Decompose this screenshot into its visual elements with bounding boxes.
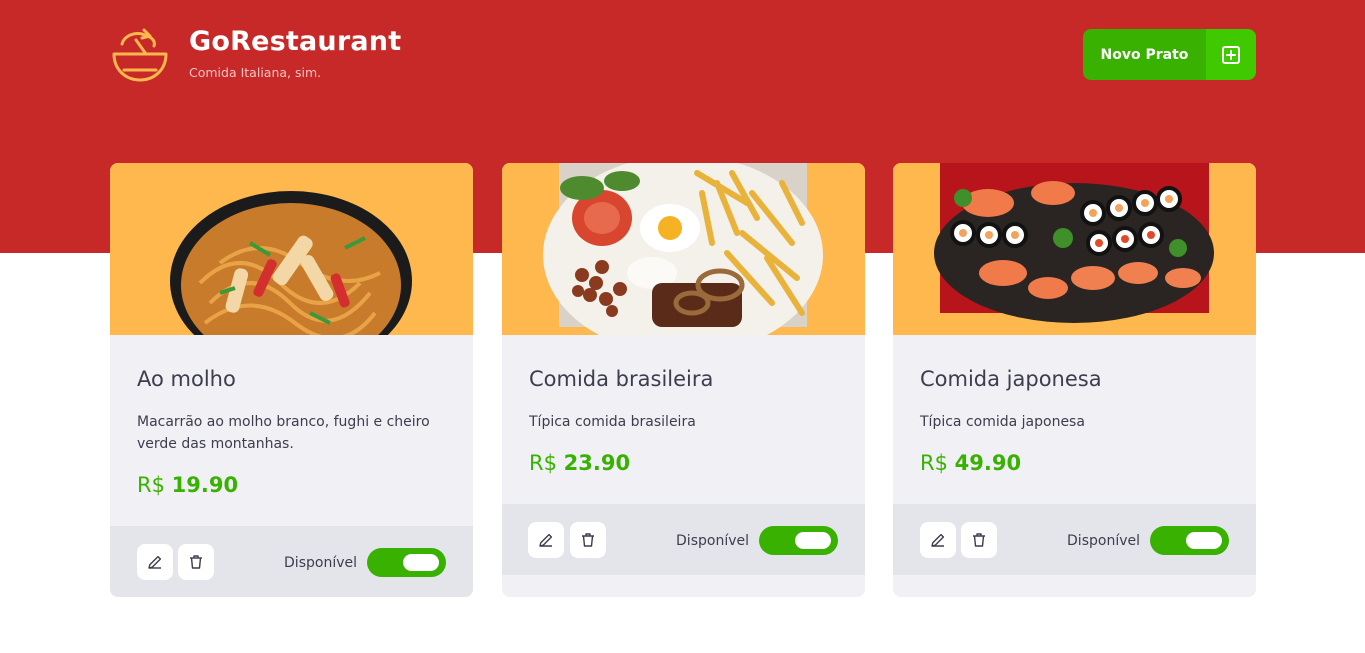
availability-toggle[interactable] [759,526,838,555]
availability-label: Disponível [1067,532,1140,549]
dish-price: R$ 23.90 [529,451,838,475]
pencil-icon [931,533,945,547]
price-value: 23.90 [563,451,631,475]
app-tagline: Comida Italiana, sim. [189,65,322,80]
app-header: GoRestaurant Comida Italiana, sim. Novo … [110,26,1256,86]
trash-icon [973,533,985,547]
delete-button[interactable] [570,522,606,558]
delete-button[interactable] [961,522,997,558]
sushi-platter-photo [893,163,1256,335]
dish-card: Comida japonesa Típica comida japonesa R… [893,163,1256,597]
new-dish-button[interactable]: Novo Prato [1083,29,1256,80]
price-value: 49.90 [954,451,1022,475]
availability: Disponível [284,548,446,577]
availability-toggle[interactable] [367,548,446,577]
edit-button[interactable] [137,544,173,580]
edit-button[interactable] [528,522,564,558]
delete-button[interactable] [178,544,214,580]
availability-label: Disponível [676,532,749,549]
plus-square-icon [1206,29,1256,80]
dish-name: Ao molho [137,367,236,391]
price-currency: R$ [529,451,557,475]
availability-toggle[interactable] [1150,526,1229,555]
toggle-knob [795,532,831,549]
dish-name: Comida japonesa [920,367,1102,391]
pencil-icon [148,555,162,569]
edit-button[interactable] [920,522,956,558]
trash-icon [582,533,594,547]
pencil-icon [539,533,553,547]
availability: Disponível [676,526,838,555]
toggle-knob [403,554,439,571]
noodle-bowl-photo [110,163,473,335]
new-dish-label: Novo Prato [1083,29,1206,80]
availability-label: Disponível [284,554,357,571]
dish-description: Macarrão ao molho branco, fughi e cheiro… [137,414,430,452]
availability: Disponível [1067,526,1229,555]
dish-description: Típica comida brasileira [529,414,696,430]
price-value: 19.90 [171,473,239,497]
dish-card: Comida brasileira Típica comida brasilei… [502,163,865,597]
price-currency: R$ [920,451,948,475]
dish-price: R$ 19.90 [137,473,446,497]
app-name: GoRestaurant [189,26,402,57]
toggle-knob [1186,532,1222,549]
dish-price: R$ 49.90 [920,451,1229,475]
food-bowl-icon [110,26,170,84]
dish-description: Típica comida japonesa [920,414,1085,430]
dish-actions: Disponível [110,526,473,597]
brazilian-plate-photo [502,163,865,335]
dish-name: Comida brasileira [529,367,714,391]
dish-actions: Disponível [502,504,865,575]
price-currency: R$ [137,473,165,497]
trash-icon [190,555,202,569]
dish-card: Ao molho Macarrão ao molho branco, fughi… [110,163,473,597]
dish-actions: Disponível [893,504,1256,575]
